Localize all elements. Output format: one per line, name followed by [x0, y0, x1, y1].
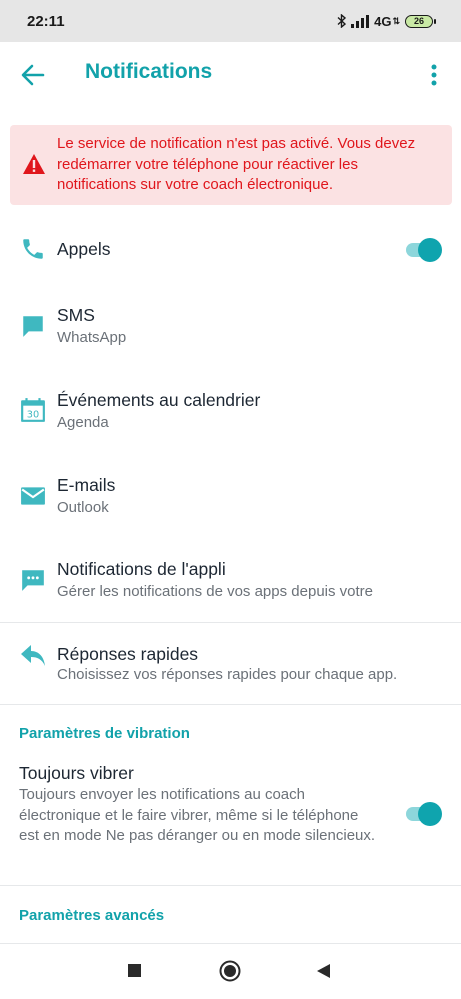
calendar-icon: 30	[21, 398, 45, 422]
home-circle-icon[interactable]	[219, 960, 241, 982]
calls-toggle[interactable]	[404, 238, 442, 262]
divider	[0, 704, 461, 705]
alert-message: Le service de notification n'est pas act…	[57, 135, 416, 193]
network-type: 4G	[374, 13, 392, 29]
toggle-knob	[418, 802, 442, 826]
calls-label: Appels	[57, 239, 111, 259]
bluetooth-icon	[337, 14, 347, 28]
app-notifications-label: Notifications de l'appli	[57, 559, 226, 579]
more-vert-icon[interactable]	[426, 63, 442, 87]
battery-level: 26	[413, 16, 424, 26]
page-title: Notifications	[85, 60, 213, 83]
quick-replies-sub: Choisissez vos réponses rapides pour cha…	[57, 666, 398, 683]
toggle-knob	[418, 238, 442, 262]
email-label: E-mails	[57, 475, 116, 495]
calls-row[interactable]: Appels	[0, 228, 461, 272]
always-vibrate-label: Toujours vibrer	[19, 763, 134, 783]
quick-replies-label: Réponses rapides	[57, 644, 199, 664]
system-nav-bar	[0, 944, 461, 999]
message-icon	[23, 316, 43, 337]
quick-replies-row[interactable]: Réponses rapides Choisissez vos réponses…	[0, 642, 461, 692]
email-sub: Outlook	[57, 499, 109, 516]
vibration-section-title: Paramètres de vibration	[19, 725, 190, 742]
app-notifications-sub: Gérer les notifications de vos apps depu…	[57, 583, 374, 600]
sms-row[interactable]: SMS WhatsApp	[0, 303, 461, 353]
advanced-section-title[interactable]: Paramètres avancés	[19, 907, 164, 924]
calendar-day-text: 30	[27, 410, 39, 421]
email-row[interactable]: E-mails Outlook	[0, 473, 461, 523]
app-notifications-row[interactable]: Notifications de l'appli Gérer les notif…	[0, 557, 461, 607]
signal-icon	[351, 14, 370, 28]
status-bar: 22:11 4G ⇅ 26	[0, 0, 461, 42]
data-arrows-icon: ⇅	[392, 15, 400, 26]
divider	[0, 885, 461, 886]
recents-square-icon[interactable]	[127, 963, 142, 978]
reply-icon	[21, 645, 45, 666]
sms-label: SMS	[57, 305, 95, 325]
arrow-back-icon[interactable]	[20, 62, 46, 88]
battery-icon: 26	[405, 14, 436, 28]
divider	[0, 622, 461, 623]
app-bar: Notifications	[0, 42, 461, 106]
status-time: 22:11	[27, 12, 65, 30]
notification-service-alert: Le service de notification n'est pas act…	[10, 125, 452, 205]
always-vibrate-toggle[interactable]	[404, 802, 442, 826]
back-triangle-icon[interactable]	[316, 963, 331, 979]
phone-icon	[23, 239, 43, 259]
sms-sub: WhatsApp	[57, 329, 127, 346]
calendar-sub: Agenda	[57, 414, 109, 431]
chat-dots-icon	[22, 570, 44, 591]
email-icon	[21, 487, 45, 505]
always-vibrate-description: Toujours envoyer les notifications au co…	[19, 786, 376, 844]
calendar-row[interactable]: 30 Événements au calendrier Agenda	[0, 388, 461, 438]
calendar-label: Événements au calendrier	[57, 390, 261, 410]
status-icons: 4G ⇅ 26	[337, 13, 436, 29]
warning-icon	[23, 154, 45, 174]
